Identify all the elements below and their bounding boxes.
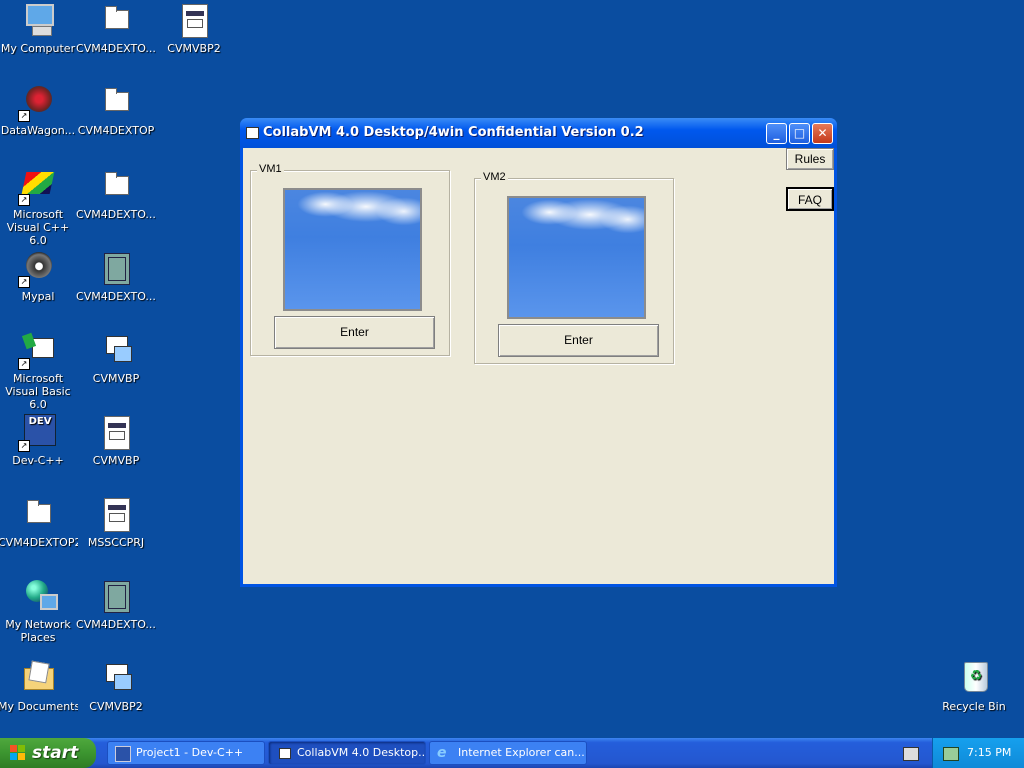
windows-flag-icon <box>10 745 26 761</box>
folder-icon <box>20 496 56 532</box>
faq-button[interactable]: FAQ <box>786 187 834 211</box>
vm2-enter-button[interactable]: Enter <box>498 324 659 357</box>
book-icon <box>98 578 134 614</box>
my-computer-icon <box>20 2 56 38</box>
desktop-icon-cvmvbp2-b[interactable]: CVMVBP2 <box>154 2 234 55</box>
keyboard-icon[interactable] <box>903 747 919 761</box>
maximize-button[interactable]: □ <box>789 123 810 144</box>
visual-cpp-icon: ↗ <box>18 168 56 206</box>
desktop-icon-cvm4dextop-d[interactable]: CVM4DEXTO... <box>76 578 156 631</box>
collabvm-window: CollabVM 4.0 Desktop/4win Confidential V… <box>240 118 837 587</box>
recycle-bin-icon: ♻ <box>956 660 992 696</box>
task-internet-explorer[interactable]: e Internet Explorer can... <box>429 741 587 765</box>
minimize-button[interactable]: _ <box>766 123 787 144</box>
desktop-icon-cvmvbp-b[interactable]: CVMVBP <box>76 414 156 467</box>
mypal-icon: ↗ <box>18 250 56 288</box>
desktop-icon-visual-cpp[interactable]: ↗ Microsoft Visual C++ 6.0 <box>0 168 78 247</box>
network-icon[interactable] <box>943 747 959 761</box>
window-title: CollabVM 4.0 Desktop/4win Confidential V… <box>263 125 644 140</box>
system-tray: 7:15 PM <box>932 738 1024 768</box>
internet-explorer-icon: e <box>437 745 447 761</box>
window-app-icon <box>246 127 259 139</box>
desktop-icon-my-computer[interactable]: My Computer <box>0 2 78 55</box>
datawagon-icon: ↗ <box>18 84 56 122</box>
desktop-icon-cvm4dextop-b[interactable]: CVM4DEXTO... <box>76 168 156 221</box>
vm2-label: VM2 <box>481 171 508 183</box>
clock[interactable]: 7:15 PM <box>967 738 1011 768</box>
desktop-icon-dev-cpp[interactable]: DEV ↗ Dev-C++ <box>0 414 78 467</box>
task-collabvm[interactable]: CollabVM 4.0 Desktop... <box>268 741 426 765</box>
vm1-thumbnail <box>283 188 422 311</box>
desktop-icon-cvm4dextop2[interactable]: CVM4DEXTOP2 <box>0 496 78 549</box>
desktop-icon-mypal[interactable]: ↗ Mypal <box>0 250 78 303</box>
window-client-area: VM1 Enter VM2 Enter Rules FAQ <box>243 148 834 584</box>
folder-icon <box>98 2 134 38</box>
window-small-icon <box>279 748 291 759</box>
folder-icon <box>98 84 134 120</box>
network-places-icon <box>20 578 58 614</box>
desktop-icon-network-places[interactable]: My Network Places <box>0 578 78 644</box>
dev-cpp-small-icon <box>115 746 131 762</box>
vm1-enter-button[interactable]: Enter <box>274 316 435 349</box>
vm2-thumbnail <box>507 196 646 319</box>
taskbar: start Project1 - Dev-C++ CollabVM 4.0 De… <box>0 738 1024 768</box>
window-titlebar[interactable]: CollabVM 4.0 Desktop/4win Confidential V… <box>240 118 837 148</box>
desktop-icon-mssccprj[interactable]: MSSCCPRJ <box>76 496 156 549</box>
desktop-icon-cvm4dextop-c[interactable]: CVM4DEXTO... <box>76 250 156 303</box>
folder-icon <box>98 168 134 204</box>
desktop-icon-my-documents[interactable]: My Documents <box>0 660 78 713</box>
desktop-icon-cvm4dextop[interactable]: CVM4DEXTOP <box>76 84 156 137</box>
book-icon <box>98 250 134 286</box>
vb-project-icon <box>98 660 134 696</box>
desktop-icon-cvmvbp2-a[interactable]: CVMVBP2 <box>76 660 156 713</box>
my-documents-icon <box>20 660 56 696</box>
document-icon <box>176 2 212 38</box>
desktop-icon-datawagon[interactable]: ↗ DataWagon... <box>0 84 78 137</box>
vb-project-icon <box>98 332 134 368</box>
vm1-frame: VM1 Enter <box>250 163 450 356</box>
visual-basic-icon: ↗ <box>18 332 56 370</box>
rules-button[interactable]: Rules <box>786 148 834 170</box>
document-icon <box>98 414 134 450</box>
vm2-frame: VM2 Enter <box>474 171 674 364</box>
start-button[interactable]: start <box>0 738 96 768</box>
desktop-icon-recycle-bin[interactable]: ♻ Recycle Bin <box>934 660 1014 713</box>
document-icon <box>98 496 134 532</box>
desktop-icon-cvm4dextop-a[interactable]: CVM4DEXTO... <box>76 2 156 55</box>
vm1-label: VM1 <box>257 163 284 175</box>
desktop-icon-visual-basic[interactable]: ↗ Microsoft Visual Basic 6.0 <box>0 332 78 411</box>
close-button[interactable]: ✕ <box>812 123 833 144</box>
desktop-icon-cvmvbp-a[interactable]: CVMVBP <box>76 332 156 385</box>
task-dev-cpp[interactable]: Project1 - Dev-C++ <box>107 741 265 765</box>
dev-cpp-icon: DEV ↗ <box>18 414 56 452</box>
